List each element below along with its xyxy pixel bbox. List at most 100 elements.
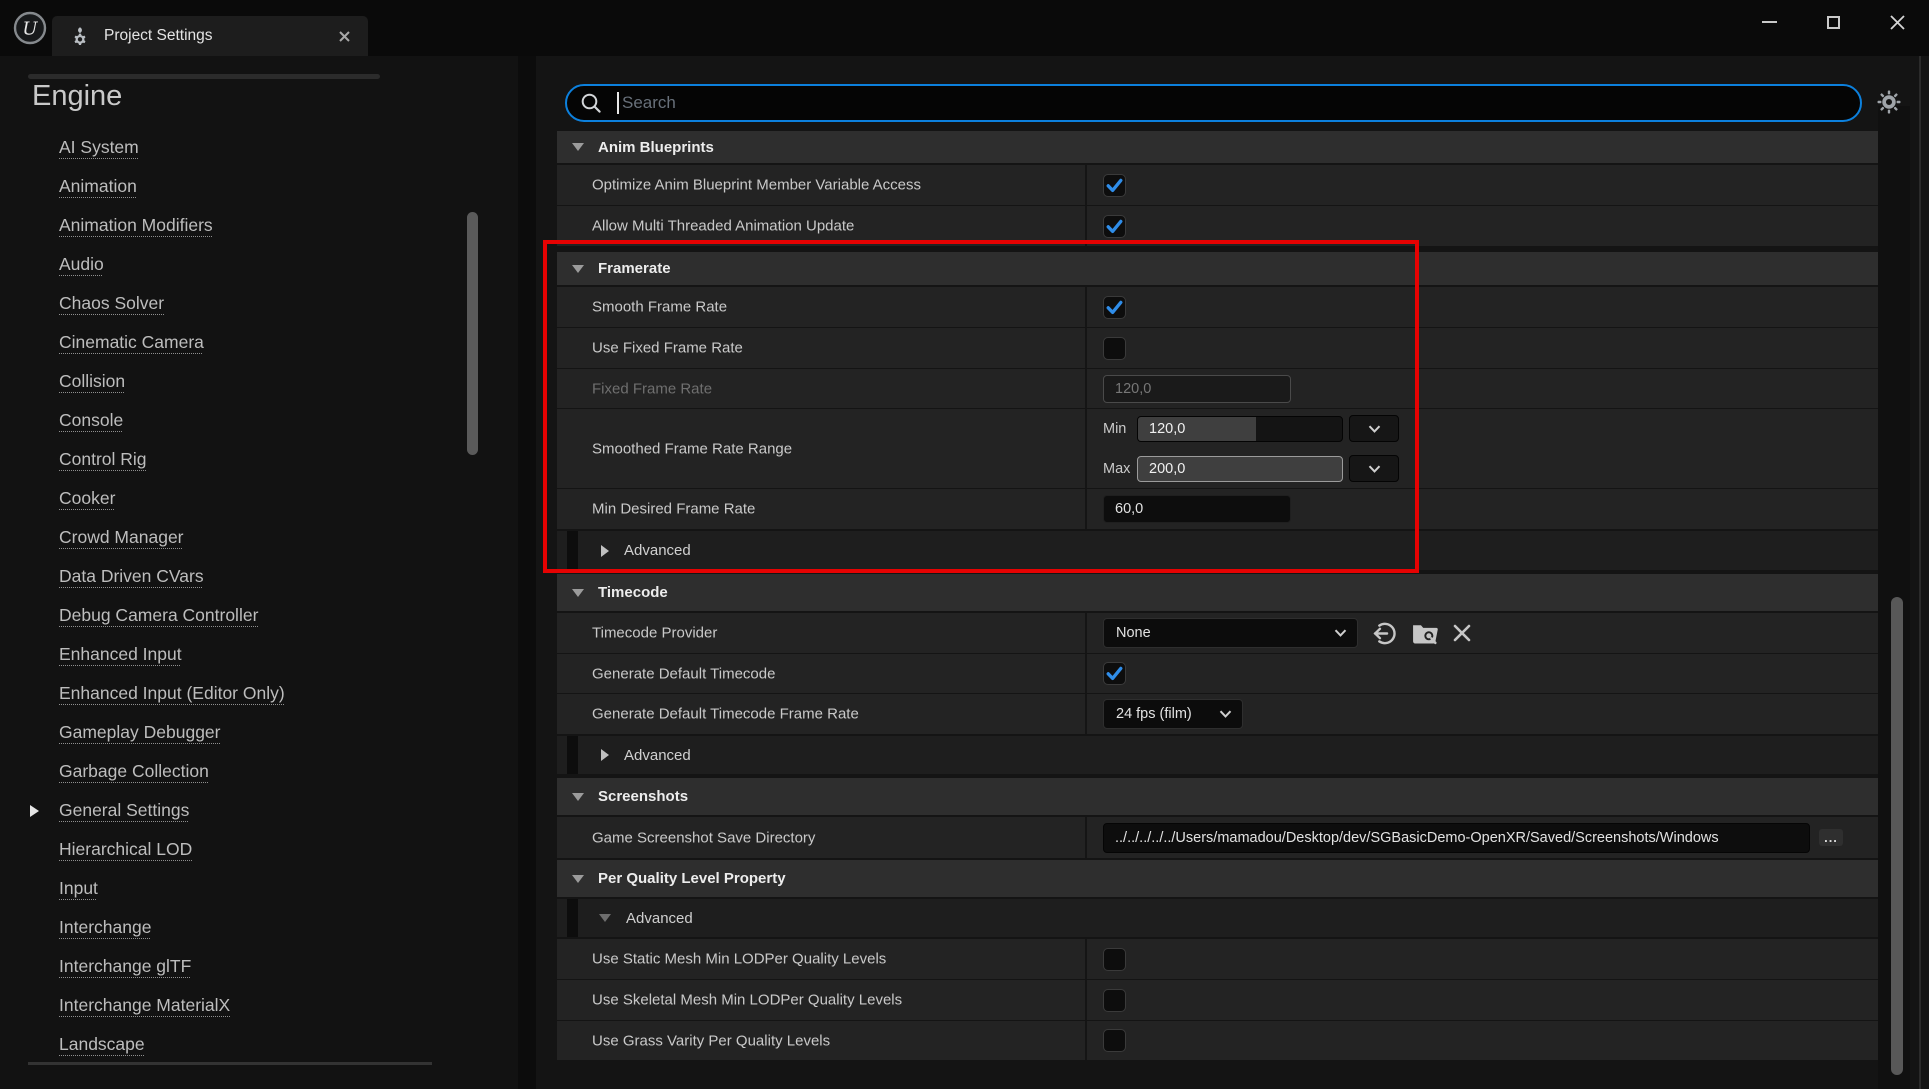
- row-fixed-frame-rate: Fixed Frame Rate 120,0: [557, 369, 1878, 408]
- sidebar-item-chaos-solver[interactable]: Chaos Solver: [0, 284, 479, 323]
- sidebar-item-enhanced-input[interactable]: Enhanced Input: [0, 635, 479, 674]
- section-header-anim-blueprints[interactable]: Anim Blueprints: [557, 131, 1878, 163]
- main-scrollbar[interactable]: [1891, 597, 1903, 1075]
- timecode-frame-rate-dropdown[interactable]: 24 fps (film): [1103, 699, 1243, 729]
- checkbox-allow-multithreaded[interactable]: [1103, 214, 1126, 238]
- sidebar-item-console[interactable]: Console: [0, 401, 479, 440]
- sidebar-item-crowd-manager[interactable]: Crowd Manager: [0, 518, 479, 557]
- sidebar-item-label: Landscape: [59, 1034, 145, 1054]
- sidebar-item-data-driven-cvars[interactable]: Data Driven CVars: [0, 557, 479, 596]
- settings-gear-icon[interactable]: [1876, 89, 1902, 115]
- input-value: 120,0: [1149, 420, 1186, 437]
- input-value: 120,0: [1115, 380, 1152, 397]
- max-frame-rate-input[interactable]: 200,0: [1137, 455, 1343, 482]
- column-divider: [1085, 694, 1087, 734]
- section-title: Per Quality Level Property: [598, 870, 786, 887]
- max-dropdown-button[interactable]: [1349, 455, 1399, 482]
- setting-label: Timecode Provider: [592, 624, 718, 642]
- row-smooth-frame-rate: Smooth Frame Rate: [557, 287, 1878, 327]
- collapse-arrow-icon[interactable]: [599, 914, 611, 922]
- expand-arrow-icon[interactable]: [601, 544, 609, 557]
- setting-label: Game Screenshot Save Directory: [592, 829, 816, 846]
- sidebar-item-cinematic-camera[interactable]: Cinematic Camera: [0, 323, 479, 362]
- setting-label: Smoothed Frame Rate Range: [592, 440, 793, 457]
- tab-close-icon[interactable]: [336, 28, 352, 44]
- check-icon: [1106, 178, 1123, 192]
- sidebar-item-control-rig[interactable]: Control Rig: [0, 440, 479, 479]
- pane-splitter[interactable]: [518, 56, 536, 1089]
- close-button[interactable]: [1865, 0, 1929, 44]
- sidebar-item-interchange-materialx[interactable]: Interchange MaterialX: [0, 986, 479, 1025]
- timecode-provider-dropdown[interactable]: None: [1103, 618, 1358, 648]
- section-header-per-quality-level[interactable]: Per Quality Level Property: [557, 860, 1878, 897]
- sidebar-item-animation[interactable]: Animation: [0, 167, 479, 206]
- row-use-static-mesh-min-lod: Use Static Mesh Min LODPer Quality Level…: [557, 939, 1878, 979]
- advanced-row-framerate[interactable]: Advanced: [557, 531, 1878, 570]
- column-divider: [1085, 165, 1087, 205]
- checkbox-optimize-anim-blueprint[interactable]: [1103, 173, 1126, 197]
- asset-action-icons: [1371, 620, 1472, 647]
- browse-asset-icon[interactable]: [1411, 621, 1439, 646]
- checkbox-skeletal-mesh-min-lod[interactable]: [1103, 988, 1126, 1012]
- sidebar-heading: Engine: [32, 80, 123, 112]
- browse-directory-button[interactable]: ...: [1819, 829, 1843, 846]
- section-header-screenshots[interactable]: Screenshots: [557, 778, 1878, 815]
- sidebar-item-gameplay-debugger[interactable]: Gameplay Debugger: [0, 713, 479, 752]
- collapse-arrow-icon[interactable]: [572, 588, 584, 597]
- dropdown-value: None: [1116, 625, 1151, 641]
- sidebar-item-general-settings[interactable]: General Settings: [0, 791, 479, 830]
- section-title: Screenshots: [598, 788, 689, 805]
- sidebar-item-audio[interactable]: Audio: [0, 245, 479, 284]
- search-input[interactable]: [622, 93, 1860, 113]
- sidebar-scrollbar[interactable]: [467, 212, 478, 455]
- sidebar-item-landscape[interactable]: Landscape: [0, 1025, 479, 1064]
- collapse-arrow-icon[interactable]: [572, 143, 584, 151]
- minimize-button[interactable]: [1737, 0, 1801, 44]
- project-settings-icon: [70, 26, 90, 46]
- collapse-arrow-icon[interactable]: [572, 792, 584, 801]
- checkbox-smooth-frame-rate[interactable]: [1103, 295, 1126, 319]
- sidebar-item-enhanced-input-editor-only[interactable]: Enhanced Input (Editor Only): [0, 674, 479, 713]
- min-desired-frame-rate-input[interactable]: 60,0: [1103, 495, 1291, 523]
- sidebar-item-garbage-collection[interactable]: Garbage Collection: [0, 752, 479, 791]
- sidebar-category-list: AI System Animation Animation Modifiers Aud…: [0, 128, 479, 1064]
- use-selected-asset-icon[interactable]: [1371, 620, 1398, 647]
- checkbox-static-mesh-min-lod[interactable]: [1103, 947, 1126, 971]
- search-bar[interactable]: [565, 84, 1862, 122]
- sidebar-item-label: Input: [59, 878, 98, 898]
- checkbox-use-fixed-frame-rate[interactable]: [1103, 336, 1126, 360]
- sidebar-item-animation-modifiers[interactable]: Animation Modifiers: [0, 206, 479, 245]
- sidebar-item-cooker[interactable]: Cooker: [0, 479, 479, 518]
- section-header-timecode[interactable]: Timecode: [557, 574, 1878, 611]
- tab-project-settings[interactable]: Project Settings: [52, 16, 368, 56]
- sidebar-item-hierarchical-lod[interactable]: Hierarchical LOD: [0, 830, 479, 869]
- column-divider: [1085, 369, 1087, 408]
- setting-label: Optimize Anim Blueprint Member Variable …: [592, 176, 922, 194]
- checkbox-grass-varity[interactable]: [1103, 1029, 1126, 1052]
- check-icon: [1106, 666, 1123, 681]
- sidebar-item-label: Hierarchical LOD: [59, 839, 193, 859]
- maximize-button[interactable]: [1801, 0, 1865, 44]
- advanced-row-timecode[interactable]: Advanced: [557, 736, 1878, 774]
- sidebar-item-interchange-gltf[interactable]: Interchange glTF: [0, 947, 479, 986]
- indent-bar: [567, 531, 578, 570]
- sidebar-item-interchange[interactable]: Interchange: [0, 908, 479, 947]
- min-frame-rate-input[interactable]: 120,0: [1137, 415, 1343, 442]
- section-header-framerate[interactable]: Framerate: [557, 252, 1878, 285]
- min-dropdown-button[interactable]: [1349, 415, 1399, 442]
- sidebar-item-collision[interactable]: Collision: [0, 362, 479, 401]
- sidebar-item-input[interactable]: Input: [0, 869, 479, 908]
- setting-label: Min Desired Frame Rate: [592, 500, 756, 518]
- advanced-row-per-quality[interactable]: Advanced: [557, 899, 1878, 937]
- collapse-arrow-icon[interactable]: [572, 264, 584, 273]
- screenshot-directory-input[interactable]: ../../../../../Users/mamadou/Desktop/dev…: [1103, 822, 1810, 853]
- row-allow-multithreaded: Allow Multi Threaded Animation Update: [557, 206, 1878, 246]
- checkbox-generate-default-timecode[interactable]: [1103, 662, 1126, 685]
- collapse-arrow-icon[interactable]: [572, 874, 584, 883]
- min-label: Min: [1103, 420, 1127, 437]
- sidebar-item-ai-system[interactable]: AI System: [0, 128, 479, 167]
- expand-arrow-icon[interactable]: [601, 749, 609, 761]
- clear-icon[interactable]: [1452, 623, 1472, 643]
- sidebar-item-label: Animation: [59, 176, 137, 196]
- sidebar-item-debug-camera-controller[interactable]: Debug Camera Controller: [0, 596, 479, 635]
